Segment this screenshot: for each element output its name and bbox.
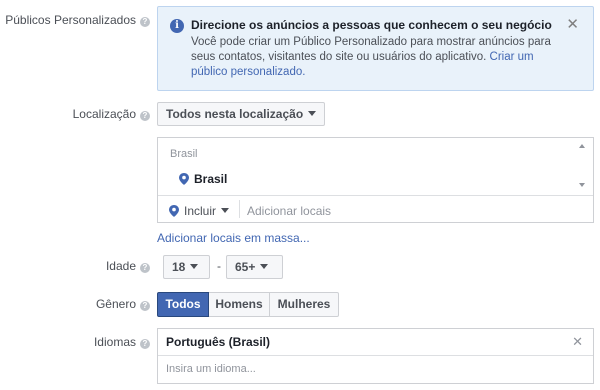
custom-audiences-label: Públicos Personalizados [5,13,136,27]
age-label: Idade [105,259,136,273]
chevron-down-icon [260,264,269,269]
close-icon[interactable]: ✕ [566,15,579,33]
include-dropdown[interactable]: Incluir [184,204,230,218]
question-circle-icon[interactable]: ? [140,301,150,311]
location-group-header: Brasil [170,148,198,160]
languages-box: Português (Brasil) ✕ [157,328,594,384]
gender-option-mulheres[interactable]: Mulheres [270,292,339,317]
include-label: Incluir [184,204,217,218]
location-type-dropdown[interactable]: Todos nesta localização [157,102,326,126]
age-max-value: 65+ [235,260,256,274]
divider [158,355,593,356]
location-pin-icon [169,205,179,217]
gender-label: Gênero [95,297,136,311]
selected-language: Português (Brasil) [166,335,271,349]
location-item-brasil[interactable]: Brasil [194,172,227,186]
chevron-down-icon [308,111,317,116]
ad-targeting-form: Públicos Personalizados? i Direcione os … [0,0,600,390]
languages-label-row: Idiomas? [94,335,150,349]
age-min-dropdown[interactable]: 18 [163,255,210,279]
scroll-down-arrow[interactable] [579,183,585,187]
question-circle-icon[interactable]: ? [140,17,150,27]
age-label-row: Idade? [106,259,150,273]
question-circle-icon[interactable]: ? [140,339,150,349]
location-label-row: Localização? [73,107,150,121]
info-icon: i [170,19,184,33]
gender-option-todos[interactable]: Todos [157,292,209,317]
gender-option-homens[interactable]: Homens [209,292,270,317]
divider [239,200,240,218]
chevron-down-icon [221,208,230,213]
location-pin-icon [179,173,189,185]
custom-audiences-label-row: Públicos Personalizados? [5,13,150,27]
language-search-input[interactable] [166,363,466,375]
chevron-down-icon [190,264,199,269]
close-icon[interactable]: ✕ [572,334,583,350]
divider [158,195,593,196]
bulk-add-locations-link[interactable]: Adicionar locais em massa... [157,231,310,245]
location-label: Localização [72,107,136,121]
gender-label-row: Gênero? [96,297,150,311]
question-circle-icon[interactable]: ? [140,111,150,121]
scroll-up-arrow[interactable] [579,144,585,148]
age-separator: - [217,259,221,273]
custom-audiences-info-box: i Direcione os anúncios a pessoas que co… [157,6,594,91]
location-box: Brasil Brasil Incluir Adicionar locais [157,137,594,223]
location-type-value: Todos nesta localização [166,107,304,121]
info-body: Você pode criar um Público Personalizado… [191,35,556,80]
info-title: Direcione os anúncios a pessoas que conh… [191,18,552,32]
languages-label: Idiomas [93,335,136,349]
age-min-value: 18 [172,260,186,274]
add-locations-input[interactable]: Adicionar locais [247,204,331,218]
question-circle-icon[interactable]: ? [140,263,150,273]
age-max-dropdown[interactable]: 65+ [226,255,283,279]
